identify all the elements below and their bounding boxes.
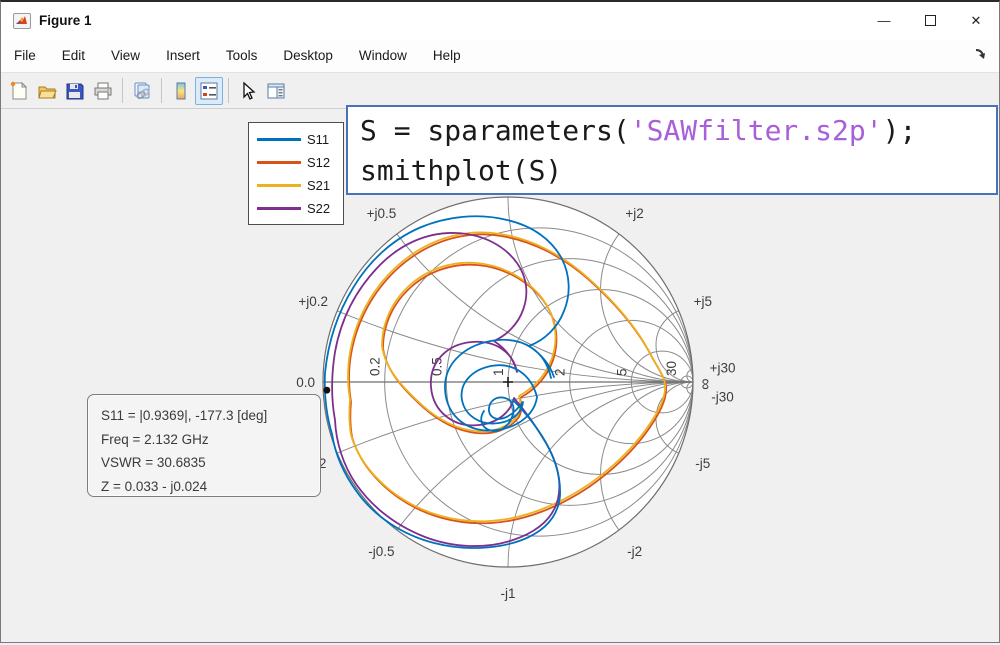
svg-text:-j30: -j30 [711, 389, 734, 404]
arrow-cursor-icon [238, 81, 258, 101]
menu-view[interactable]: View [110, 46, 141, 65]
colorbar-icon [171, 81, 191, 101]
legend-entry-s11[interactable]: S11 [257, 128, 337, 151]
datatip-freq-line: Freq = 2.132 GHz [101, 428, 308, 452]
legend-icon [199, 81, 219, 101]
svg-text:+j0.2: +j0.2 [298, 294, 328, 309]
menu-desktop[interactable]: Desktop [282, 46, 334, 65]
svg-text:+j0.5: +j0.5 [367, 206, 397, 221]
plot-legend[interactable]: S11 S12 S21 S22 [248, 122, 344, 225]
save-figure-button[interactable] [61, 77, 89, 105]
code-string-literal: 'SAWfilter.s2p' [630, 114, 883, 147]
menu-tools[interactable]: Tools [225, 46, 259, 65]
code-annotation-box[interactable]: S = sparameters('SAWfilter.s2p'); smithp… [346, 105, 998, 195]
svg-text:-j2: -j2 [627, 544, 642, 559]
menu-edit[interactable]: Edit [61, 46, 86, 65]
legend-line-s12 [257, 161, 301, 163]
edit-plot-button[interactable] [234, 77, 262, 105]
dock-figure-icon[interactable] [973, 46, 989, 62]
new-figure-button[interactable] [5, 77, 33, 105]
toolbar-separator [122, 78, 123, 103]
insert-colorbar-button[interactable] [167, 77, 195, 105]
print-figure-button[interactable] [89, 77, 117, 105]
menu-bar: File Edit View Insert Tools Desktop Wind… [1, 39, 999, 72]
maximize-icon [925, 15, 936, 26]
title-bar: Figure 1 — ✕ [1, 2, 999, 39]
open-folder-icon [37, 81, 57, 101]
link-plot-button[interactable] [128, 77, 156, 105]
close-button[interactable]: ✕ [953, 2, 999, 39]
window-chrome: Figure 1 — ✕ File Edit View Insert Tools… [1, 2, 999, 109]
insert-legend-button[interactable] [195, 77, 223, 105]
code-line-2: smithplot(S) [360, 151, 996, 191]
menu-file[interactable]: File [13, 46, 37, 65]
datatip-s11-line: S11 = |0.9369|, -177.3 [deg] [101, 404, 308, 428]
menu-help[interactable]: Help [432, 46, 462, 65]
svg-text:-j5: -j5 [695, 456, 710, 471]
svg-text:∞: ∞ [697, 378, 714, 389]
legend-line-s21 [257, 184, 301, 186]
window-title: Figure 1 [39, 13, 92, 28]
legend-entry-s22[interactable]: S22 [257, 197, 337, 220]
svg-text:1: 1 [491, 368, 506, 376]
new-document-icon [9, 81, 29, 101]
minimize-button[interactable]: — [861, 2, 907, 39]
toolbar-separator [228, 78, 229, 103]
legend-label: S22 [307, 201, 330, 216]
maximize-button[interactable] [907, 2, 953, 39]
svg-text:+j2: +j2 [625, 206, 643, 221]
figure-toolbar [1, 72, 999, 109]
svg-text:-j0.5: -j0.5 [368, 544, 394, 559]
svg-text:-j1: -j1 [500, 586, 515, 601]
svg-text:+j30: +j30 [710, 361, 736, 376]
property-inspector-button[interactable] [262, 77, 290, 105]
open-file-button[interactable] [33, 77, 61, 105]
link-plot-icon [132, 81, 152, 101]
toolbar-separator [161, 78, 162, 103]
legend-label: S11 [307, 132, 329, 147]
svg-text:0.5: 0.5 [429, 357, 444, 376]
code-line-1: S = sparameters('SAWfilter.s2p'); [360, 111, 996, 151]
legend-entry-s12[interactable]: S12 [257, 151, 337, 174]
matlab-app-icon [13, 13, 31, 29]
svg-text:0.0: 0.0 [296, 375, 315, 390]
svg-text:30: 30 [664, 361, 679, 376]
datatip-z-line: Z = 0.033 - j0.024 [101, 475, 308, 499]
property-editor-icon [266, 81, 286, 101]
svg-text:0.2: 0.2 [368, 357, 383, 376]
svg-text:2: 2 [553, 368, 568, 376]
menu-window[interactable]: Window [358, 46, 408, 65]
datatip-vswr-line: VSWR = 30.6835 [101, 451, 308, 475]
menu-insert[interactable]: Insert [165, 46, 201, 65]
legend-line-s11 [257, 138, 301, 140]
svg-text:+j5: +j5 [694, 294, 712, 309]
legend-entry-s21[interactable]: S21 [257, 174, 337, 197]
data-tip[interactable]: S11 = |0.9369|, -177.3 [deg] Freq = 2.13… [87, 394, 321, 497]
legend-label: S12 [307, 155, 330, 170]
svg-text:5: 5 [614, 368, 629, 376]
printer-icon [93, 81, 113, 101]
legend-line-s22 [257, 207, 301, 209]
legend-label: S21 [307, 178, 330, 193]
save-floppy-icon [65, 81, 85, 101]
